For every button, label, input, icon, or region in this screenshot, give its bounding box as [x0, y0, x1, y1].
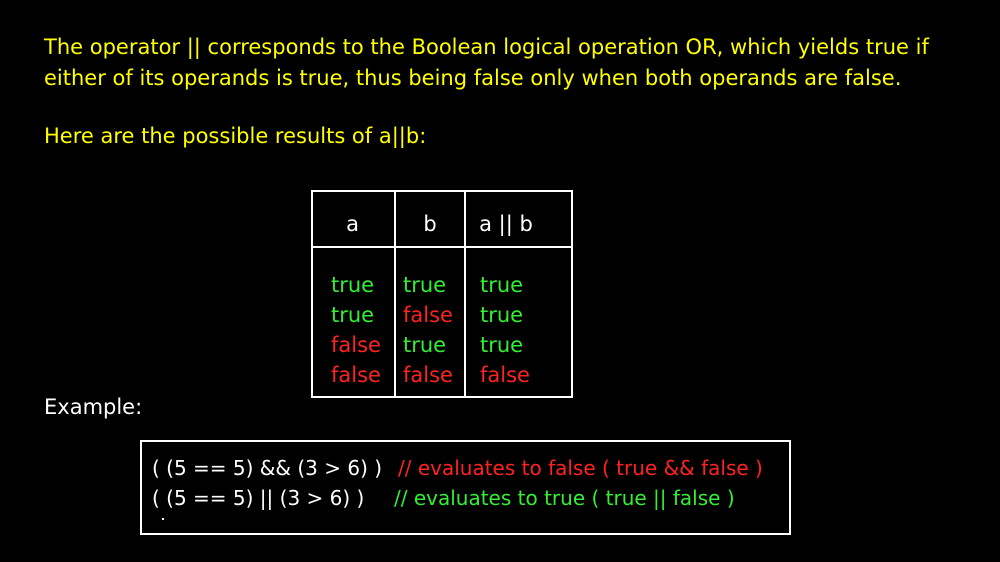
cell-b-2: false: [403, 303, 453, 327]
cell-result-2: true: [480, 303, 524, 327]
column-b: true false true false: [403, 270, 453, 390]
column-a: true true false false: [331, 270, 381, 390]
cell-a-2: true: [331, 303, 375, 327]
truth-table: a b a || b true true false false true fa…: [311, 190, 573, 398]
code-line-2: ( (5 == 5) || (3 > 6) ) // evaluates to …: [152, 483, 735, 513]
header-a-or-b: a || b: [479, 212, 533, 236]
cursor-dot: [162, 518, 164, 520]
cell-a-4: false: [331, 363, 381, 387]
code-expression-1: ( (5 == 5) && (3 > 6) ): [152, 456, 383, 480]
code-example-box: ( (5 == 5) && (3 > 6) ) // evaluates to …: [140, 440, 791, 535]
header-divider: [311, 246, 573, 248]
cell-b-1: true: [403, 273, 447, 297]
cell-a-1: true: [331, 273, 375, 297]
header-a: a: [346, 212, 359, 236]
results-intro: Here are the possible results of a||b:: [44, 124, 427, 148]
intro-paragraph: The operator || corresponds to the Boole…: [44, 35, 929, 90]
cell-result-3: true: [480, 333, 524, 357]
example-label: Example:: [44, 395, 143, 419]
header-b: b: [423, 212, 437, 236]
cell-a-3: false: [331, 333, 381, 357]
code-comment-1: // evaluates to false ( true && false ): [398, 456, 763, 480]
cell-b-4: false: [403, 363, 453, 387]
code-comment-2: // evaluates to true ( true || false ): [394, 486, 735, 510]
cell-result-1: true: [480, 273, 524, 297]
code-line-1: ( (5 == 5) && (3 > 6) ) // evaluates to …: [152, 453, 763, 483]
code-expression-2: ( (5 == 5) || (3 > 6) ): [152, 486, 365, 510]
cell-b-3: true: [403, 333, 447, 357]
column-result: true true true false: [480, 270, 530, 390]
cell-result-4: false: [480, 363, 530, 387]
